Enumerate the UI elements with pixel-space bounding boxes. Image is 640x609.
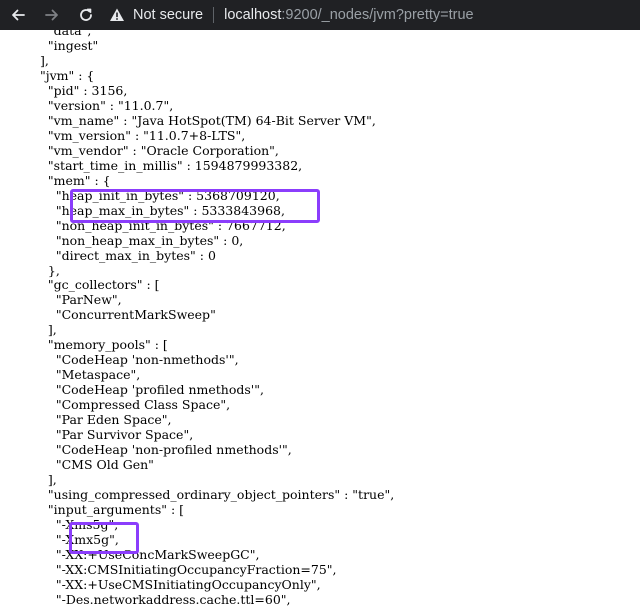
address-bar[interactable]: Not secure localhost:9200/_nodes/jvm?pre… (109, 0, 474, 30)
url-host[interactable]: localhost (224, 7, 281, 23)
json-line: "vm_vendor" : "Oracle Corporation", (32, 142, 279, 158)
json-line: "memory_pools" : [ (32, 337, 168, 353)
json-line: "ConcurrentMarkSweep" (32, 307, 216, 323)
json-line: "CodeHeap 'non-nmethods'", (32, 352, 239, 368)
json-line: "vm_version" : "11.0.7+8-LTS", (32, 127, 246, 143)
json-line: "gc_collectors" : [ (32, 277, 160, 293)
forward-arrow-icon (45, 9, 58, 21)
json-line: "pid" : 3156, (32, 82, 128, 98)
json-line: ], (32, 322, 57, 338)
json-line: "-XX:+UseConcMarkSweepGC", (32, 546, 260, 562)
json-line: "-Des.networkaddress.cache.ttl=60", (32, 591, 291, 607)
reload-button[interactable] (73, 2, 99, 28)
json-line: "ingest" (32, 37, 99, 53)
json-line: "Par Survivor Space", (32, 427, 194, 443)
warning-icon[interactable] (109, 7, 125, 23)
json-line: "mem" : { (32, 172, 111, 188)
json-line: "non_heap_max_in_bytes" : 0, (32, 232, 244, 248)
reload-icon (80, 8, 92, 21)
xms-xmx-highlight (69, 522, 139, 554)
json-line: ], (32, 472, 57, 488)
json-line: "Par Eden Space", (32, 412, 172, 428)
json-line: "CodeHeap 'non-profiled nmethods'", (32, 442, 292, 458)
json-line: "jvm" : { (32, 67, 95, 83)
json-response-body: "data", "ingest" ], "jvm" : { "pid" : 31… (0, 30, 640, 609)
address-separator (213, 7, 215, 23)
json-line: "input_arguments" : [ (32, 502, 185, 518)
json-line: ], (32, 52, 49, 68)
json-line: "-XX:CMSInitiatingOccupancyFraction=75", (32, 561, 337, 577)
json-line: "ParNew", (32, 292, 122, 308)
json-line: "start_time_in_millis" : 1594879993382, (32, 157, 303, 173)
json-line: "version" : "11.0.7", (32, 97, 174, 113)
url-path[interactable]: :9200/_nodes/jvm?pretty=true (281, 7, 473, 23)
json-line: "Compressed Class Space", (32, 397, 231, 413)
json-line: "data", (32, 30, 92, 38)
json-line: "-XX:+UseCMSInitiatingOccupancyOnly", (32, 576, 321, 592)
heap-bytes-highlight (70, 189, 320, 223)
back-button[interactable] (5, 2, 31, 28)
json-line: "CMS Old Gen" (32, 457, 154, 473)
json-line: "CodeHeap 'profiled nmethods'", (32, 382, 264, 398)
json-line: "using_compressed_ordinary_object_pointe… (32, 487, 395, 503)
forward-button[interactable] (39, 2, 65, 28)
not-secure-label[interactable]: Not secure (133, 7, 203, 23)
back-arrow-icon (12, 9, 25, 21)
json-line: }, (32, 262, 60, 278)
json-line: "Metaspace", (32, 367, 141, 383)
json-line: "vm_name" : "Java HotSpot(TM) 64-Bit Ser… (32, 112, 376, 128)
browser-toolbar: Not secure localhost:9200/_nodes/jvm?pre… (0, 0, 640, 30)
json-line: "direct_max_in_bytes" : 0 (32, 247, 216, 263)
